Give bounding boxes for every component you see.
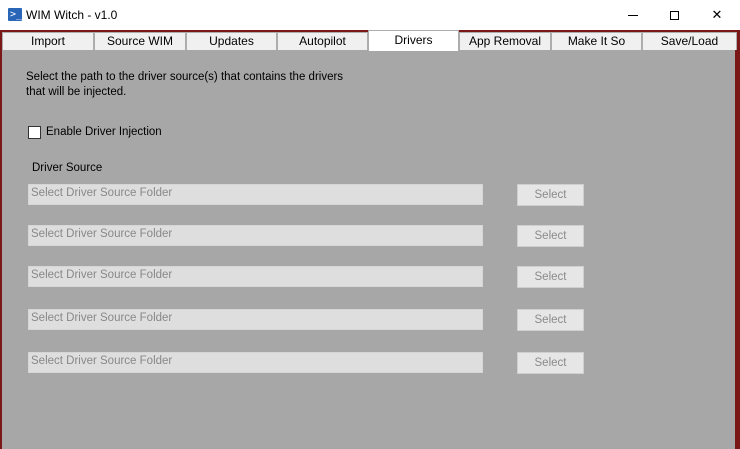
select-button-3[interactable]: Select — [517, 266, 584, 288]
select-button-4[interactable]: Select — [517, 309, 584, 331]
tab-strip: Import Source WIM Updates Autopilot Driv… — [2, 30, 738, 51]
maximize-icon — [669, 10, 679, 20]
close-icon: ✕ — [711, 7, 723, 22]
tab-source-wim[interactable]: Source WIM — [94, 32, 186, 50]
title-bar[interactable]: >_ WIM Witch - v1.0 ✕ — [0, 0, 740, 30]
driver-source-field-2[interactable]: Select Driver Source Folder — [28, 225, 483, 246]
tab-app-removal[interactable]: App Removal — [459, 32, 551, 50]
tab-drivers[interactable]: Drivers — [368, 30, 459, 51]
driver-source-field-3[interactable]: Select Driver Source Folder — [28, 266, 483, 287]
select-button-5[interactable]: Select — [517, 352, 584, 374]
minimize-icon — [628, 14, 638, 16]
minimize-button[interactable] — [610, 0, 656, 30]
window-title: WIM Witch - v1.0 — [26, 8, 118, 22]
powershell-icon: >_ — [8, 8, 23, 21]
driver-source-label: Driver Source — [32, 162, 103, 174]
driver-source-field-1[interactable]: Select Driver Source Folder — [28, 184, 483, 205]
tab-save-load[interactable]: Save/Load — [642, 32, 737, 50]
select-button-1[interactable]: Select — [517, 184, 584, 206]
driver-source-field-4[interactable]: Select Driver Source Folder — [28, 309, 483, 330]
close-button[interactable]: ✕ — [694, 0, 740, 30]
maximize-button[interactable] — [651, 0, 697, 30]
enable-driver-injection-label[interactable]: Enable Driver Injection — [46, 126, 162, 138]
tab-import[interactable]: Import — [2, 32, 94, 50]
enable-driver-injection-checkbox[interactable] — [28, 125, 41, 139]
driver-source-field-5[interactable]: Select Driver Source Folder — [28, 352, 483, 373]
tab-autopilot[interactable]: Autopilot — [277, 32, 368, 50]
drivers-description: Select the path to the driver source(s) … — [26, 71, 344, 98]
drivers-panel — [2, 50, 735, 449]
tab-updates[interactable]: Updates — [186, 32, 277, 50]
enable-driver-injection[interactable]: Enable Driver Injection — [28, 124, 162, 140]
tab-make-it-so[interactable]: Make It So — [551, 32, 642, 50]
select-button-2[interactable]: Select — [517, 225, 584, 247]
